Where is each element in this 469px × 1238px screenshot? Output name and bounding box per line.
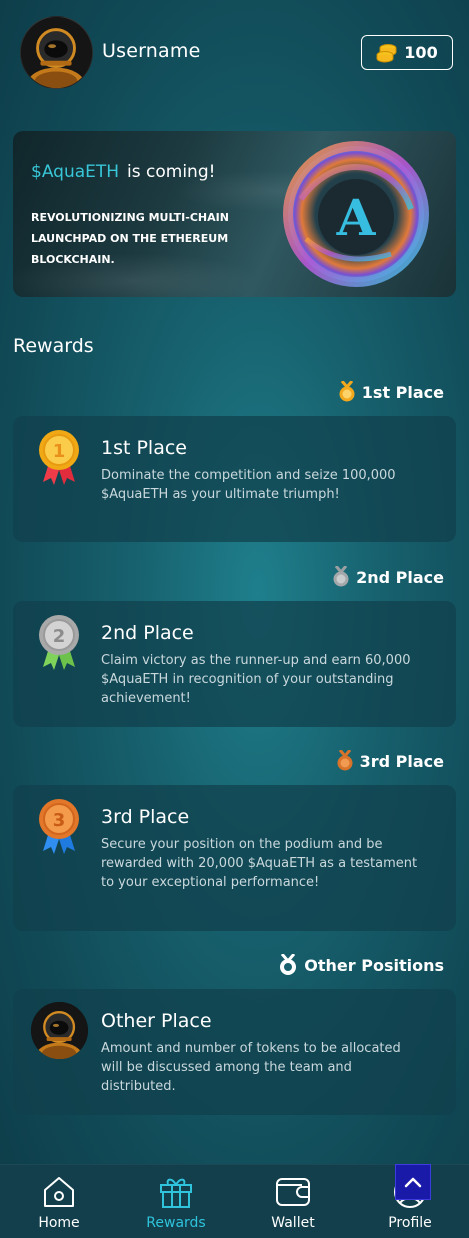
bronze-medal-icon: 3 [39, 799, 79, 854]
medal-number: 1 [53, 441, 66, 462]
gold-medal-icon: 1 [39, 430, 79, 485]
coin-balance-badge[interactable]: 100 [361, 35, 453, 70]
medal-number: 2 [53, 626, 66, 647]
banner-title: $AquaETH is coming! [31, 162, 215, 182]
nav-label: Wallet [271, 1215, 315, 1231]
wallet-icon [276, 1178, 310, 1206]
medal-number: 3 [53, 810, 66, 831]
nav-label: Home [38, 1215, 80, 1231]
astronaut-avatar-image [21, 17, 92, 88]
rewards-section-title: Rewards [13, 335, 94, 357]
reward-description: Dominate the competition and seize 100,0… [101, 468, 396, 502]
silver-medal-small-icon [333, 566, 349, 587]
coin-count: 100 [404, 43, 438, 62]
place-label-1st: 1st Place [338, 381, 444, 403]
promo-banner[interactable]: $AquaETH is coming! REVOLUTIONIZING MULTI… [13, 131, 456, 297]
nav-label: Profile [388, 1215, 432, 1231]
reward-title: Other Place [101, 1010, 212, 1032]
banner-ticker: $AquaETH [31, 162, 120, 182]
gift-icon [160, 1178, 192, 1208]
silver-medal-icon: 2 [39, 615, 79, 670]
ribbon-medal-small-icon [280, 954, 297, 975]
app-header: Username 100 [0, 0, 469, 110]
place-label-other: Other Positions [278, 954, 444, 976]
place-label-text: Other Positions [304, 955, 444, 975]
nav-item-home[interactable]: Home [9, 1165, 109, 1238]
reward-title: 2nd Place [101, 622, 194, 644]
place-label-text: 1st Place [361, 382, 444, 402]
chevron-up-icon [404, 1177, 422, 1188]
reward-description: Secure your position on the podium and b… [101, 837, 418, 890]
nav-item-rewards[interactable]: Rewards [126, 1165, 226, 1238]
reward-card-2nd[interactable]: 2 2nd Place Claim victory as the runner-… [13, 601, 456, 727]
reward-card-1st[interactable]: 1 1st Place Dominate the competition and… [13, 416, 456, 542]
banner-title-rest: is coming! [127, 162, 216, 182]
place-label-text: 3rd Place [359, 751, 444, 771]
banner-subtitle: REVOLUTIONIZING MULTI-CHAIN LAUNCHPAD ON… [31, 211, 229, 266]
avatar[interactable] [20, 16, 93, 89]
place-label-3rd: 3rd Place [336, 750, 444, 772]
reward-title: 1st Place [101, 437, 187, 459]
nav-label: Rewards [146, 1215, 206, 1231]
avatar [31, 1002, 88, 1059]
scroll-to-top-button[interactable] [395, 1164, 431, 1200]
bronze-medal-small-icon [337, 750, 353, 771]
astronaut-avatar-image [31, 1002, 88, 1059]
reward-card-3rd[interactable]: 3 3rd Place Secure your position on the … [13, 785, 456, 931]
place-label-2nd: 2nd Place [332, 566, 444, 588]
reward-description: Claim victory as the runner-up and earn … [101, 653, 411, 706]
coin-stack-icon [376, 43, 398, 63]
place-label-text: 2nd Place [356, 567, 444, 587]
reward-card-other[interactable]: Other Place Amount and number of tokens … [13, 989, 456, 1115]
username-label: Username [102, 40, 201, 62]
aquaeth-logo-icon: A [283, 141, 429, 287]
home-icon [44, 1177, 74, 1207]
nav-item-wallet[interactable]: Wallet [243, 1165, 343, 1238]
reward-title: 3rd Place [101, 806, 190, 828]
logo-letter: A [336, 188, 377, 247]
gold-medal-small-icon [339, 381, 355, 402]
reward-description: Amount and number of tokens to be alloca… [101, 1041, 401, 1094]
